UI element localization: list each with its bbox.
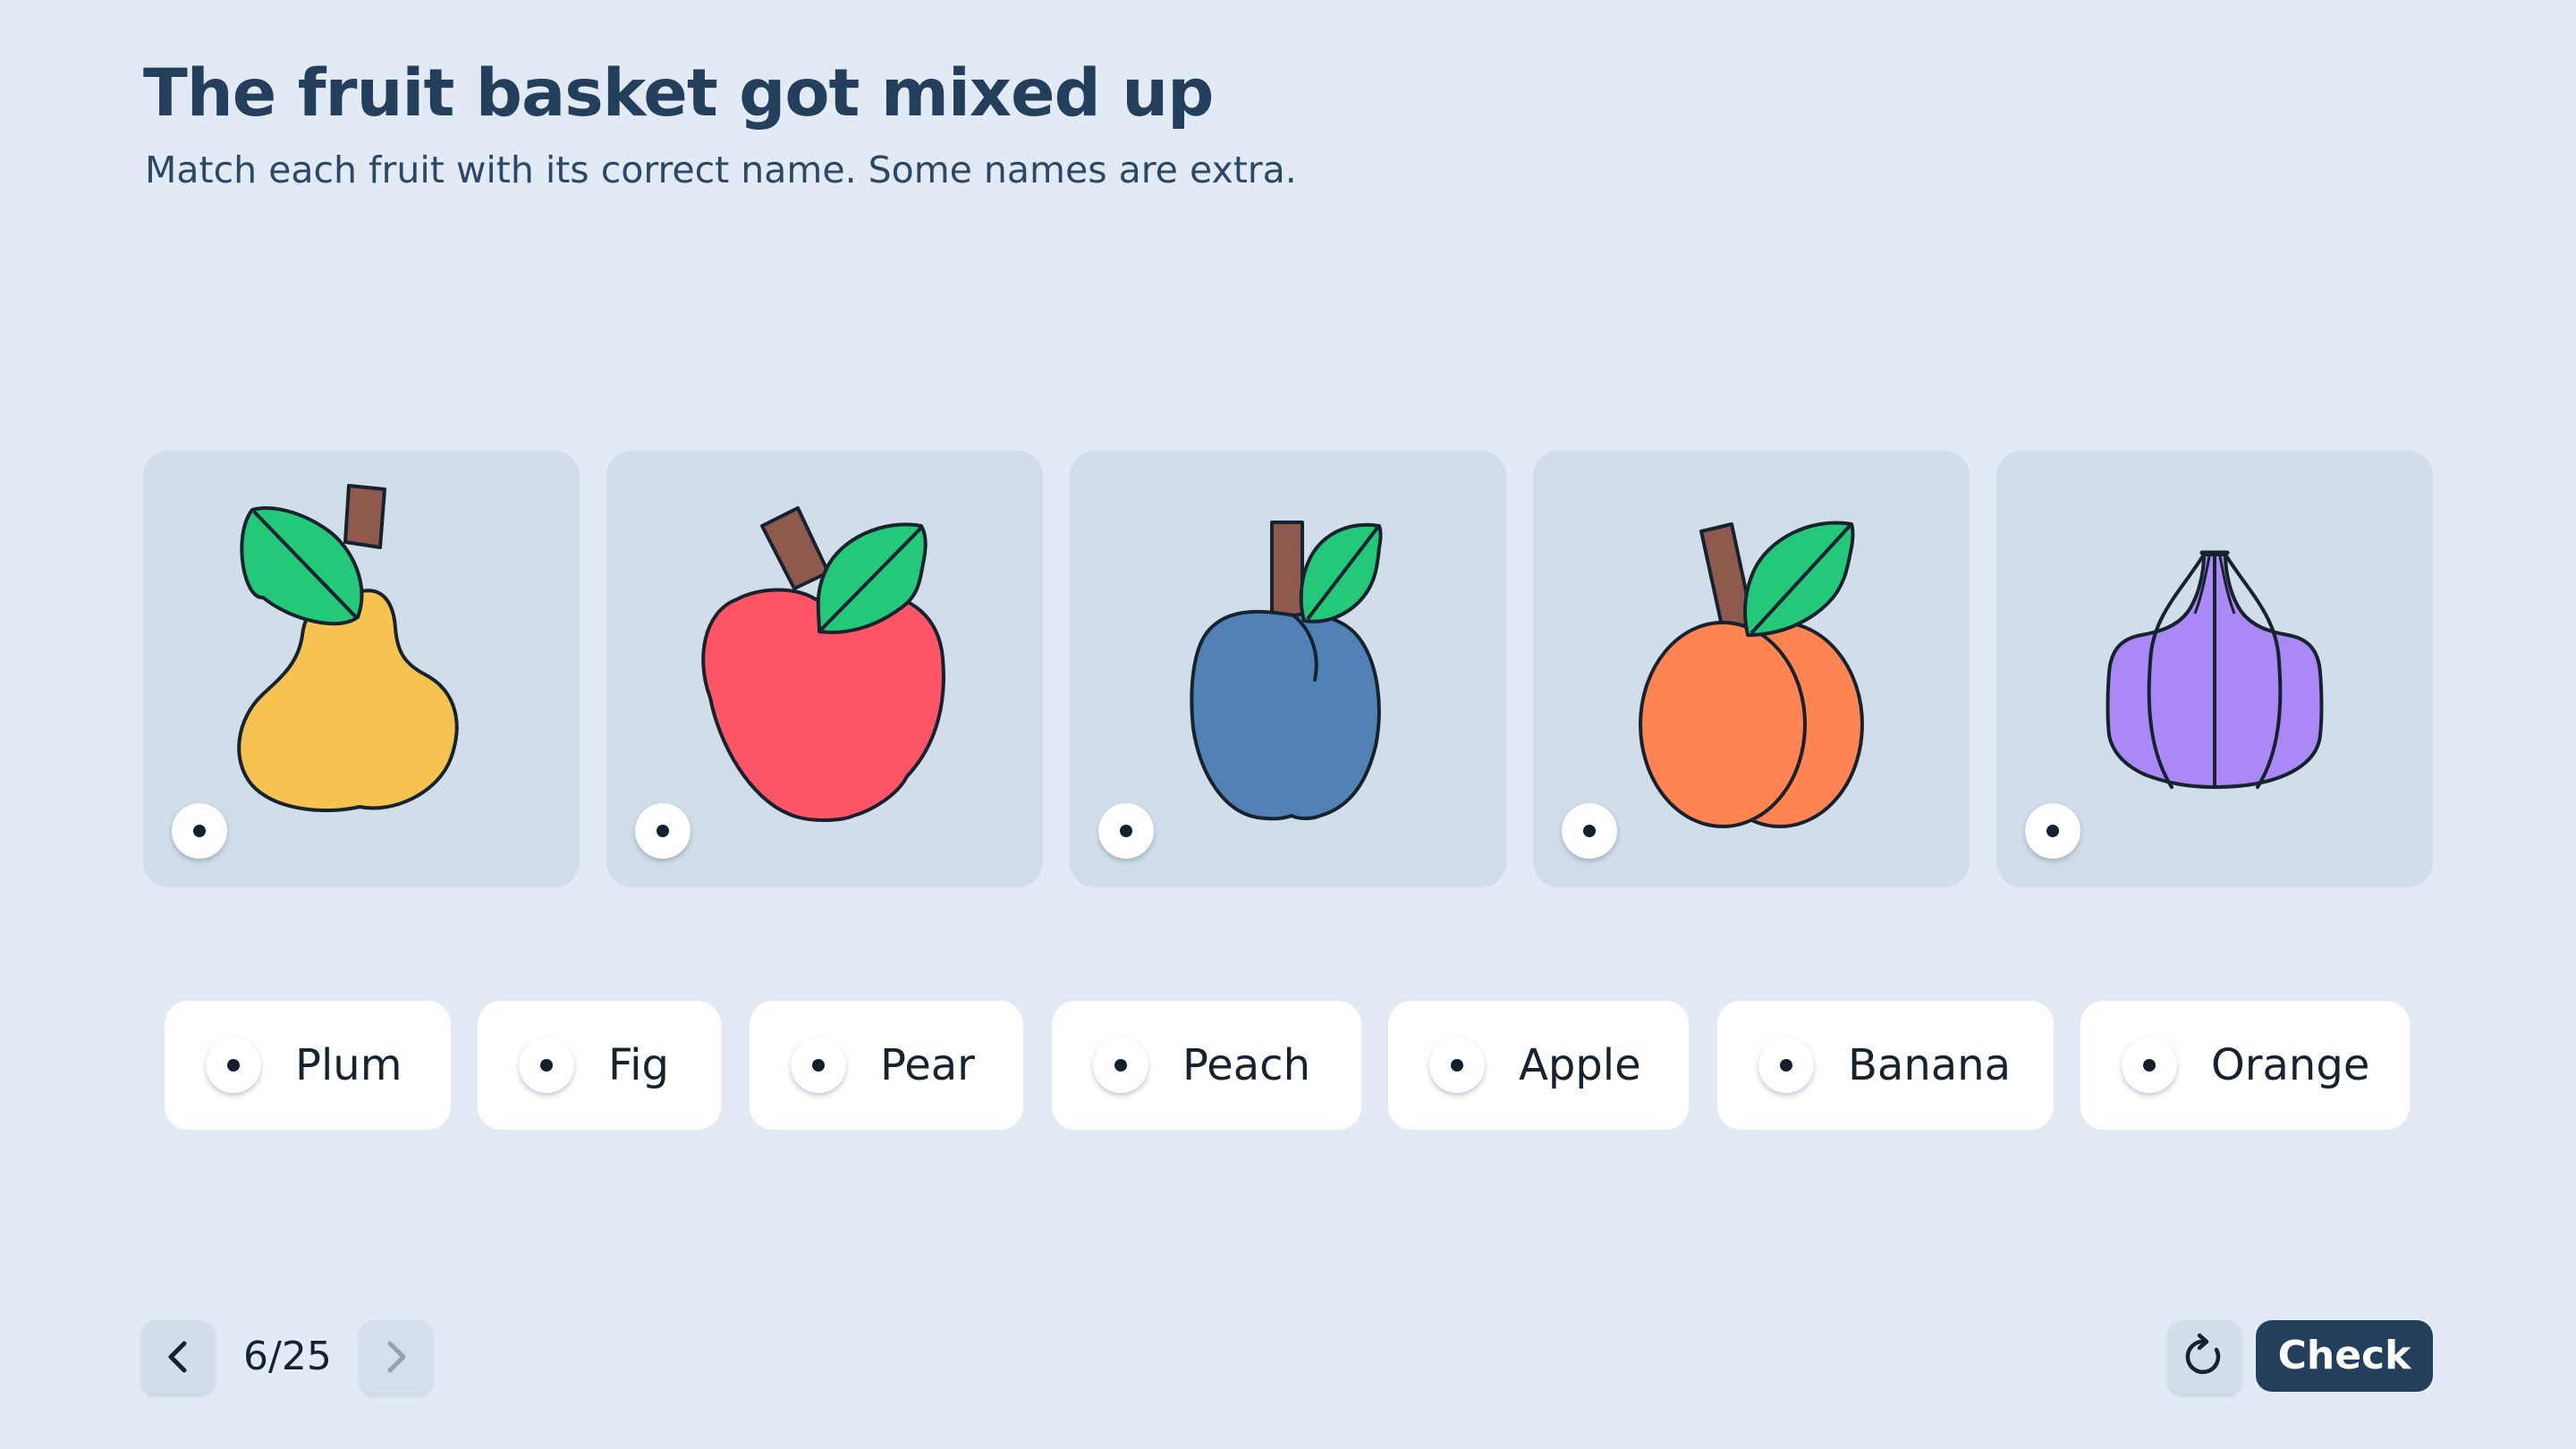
fruit-card-peach[interactable] <box>1533 451 1970 887</box>
name-option-orange[interactable]: Orange <box>2080 1001 2410 1130</box>
name-option-label: Orange <box>2211 1040 2370 1090</box>
name-option-pear[interactable]: Pear <box>750 1001 1023 1130</box>
fruit-card-plum[interactable] <box>1070 451 1506 887</box>
page-counter: 6/25 <box>243 1334 332 1379</box>
name-option-label: Apple <box>1519 1040 1641 1090</box>
fruit-card-row <box>143 451 2433 887</box>
name-option-peach[interactable]: Peach <box>1052 1001 1361 1130</box>
name-option-label: Fig <box>608 1040 669 1090</box>
fruit-connector-handle[interactable] <box>635 803 691 859</box>
name-connector-handle[interactable] <box>791 1038 846 1093</box>
name-option-label: Banana <box>1848 1040 2012 1090</box>
name-connector-handle[interactable] <box>1093 1038 1148 1093</box>
name-option-label: Peach <box>1182 1040 1310 1090</box>
name-options-row: Plum Fig Pear Peach Apple Banana Orange <box>0 1001 2576 1130</box>
chevron-right-icon <box>387 1341 406 1373</box>
fruit-connector-handle[interactable] <box>172 803 227 859</box>
name-option-label: Pear <box>880 1040 975 1090</box>
check-button[interactable]: Check <box>2256 1320 2433 1392</box>
fruit-connector-handle[interactable] <box>2025 803 2080 859</box>
fruit-card-apple[interactable] <box>606 451 1043 887</box>
name-connector-handle[interactable] <box>2122 1038 2177 1093</box>
reset-button[interactable] <box>2168 1320 2241 1394</box>
previous-button[interactable] <box>141 1320 215 1394</box>
name-connector-handle[interactable] <box>1758 1038 1814 1093</box>
chevron-left-icon <box>168 1341 187 1373</box>
name-connector-handle[interactable] <box>206 1038 261 1093</box>
next-button[interactable] <box>360 1320 433 1394</box>
name-option-apple[interactable]: Apple <box>1388 1001 1689 1130</box>
name-connector-handle[interactable] <box>519 1038 574 1093</box>
refresh-icon <box>2185 1333 2221 1375</box>
name-option-fig[interactable]: Fig <box>478 1001 721 1130</box>
page-title: The fruit basket got mixed up <box>143 55 1214 131</box>
name-option-plum[interactable]: Plum <box>165 1001 451 1130</box>
name-option-banana[interactable]: Banana <box>1717 1001 2054 1130</box>
fruit-connector-handle[interactable] <box>1098 803 1154 859</box>
fruit-card-fig[interactable] <box>1996 451 2433 887</box>
name-connector-handle[interactable] <box>1429 1038 1485 1093</box>
name-option-label: Plum <box>295 1040 402 1090</box>
fruit-connector-handle[interactable] <box>1562 803 1617 859</box>
fruit-card-pear[interactable] <box>143 451 580 887</box>
page-instructions: Match each fruit with its correct name. … <box>145 148 1297 191</box>
